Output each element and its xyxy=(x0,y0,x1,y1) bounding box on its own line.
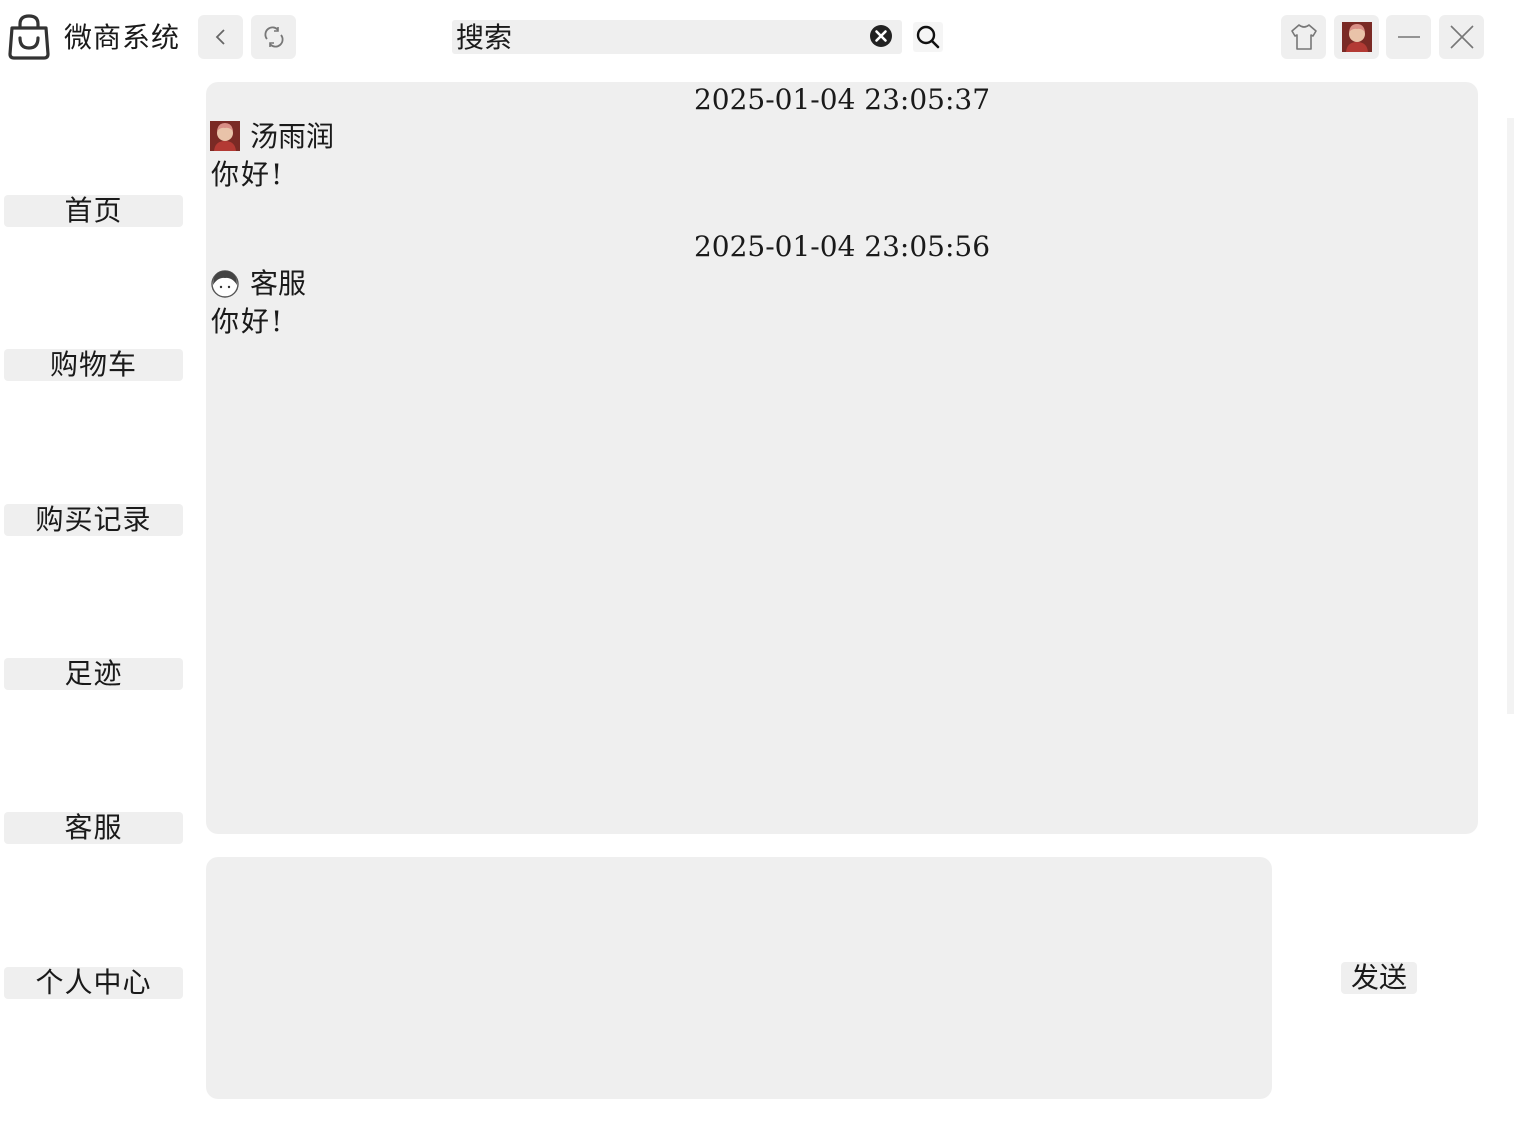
skin-button[interactable] xyxy=(1281,15,1326,59)
minimize-icon xyxy=(1397,36,1420,38)
search-input[interactable] xyxy=(452,20,902,54)
search-placeholder: 搜索 xyxy=(456,21,513,54)
profile-avatar-button[interactable] xyxy=(1334,15,1379,59)
clear-search-button[interactable] xyxy=(869,24,893,48)
nav-home[interactable]: 首页 xyxy=(4,195,183,227)
nav-footprint[interactable]: 足迹 xyxy=(4,658,183,690)
message-text: 你好! xyxy=(211,158,285,191)
message-timestamp: 2025-01-04 23:05:37 xyxy=(693,83,991,116)
nav-personal-center[interactable]: 个人中心 xyxy=(4,967,183,999)
message-sender: 汤雨润 xyxy=(250,120,335,153)
refresh-icon xyxy=(264,26,283,48)
bag-logo-icon xyxy=(6,14,52,60)
close-button[interactable] xyxy=(1439,15,1484,59)
app-title: 微商系统 xyxy=(64,21,181,54)
send-button[interactable]: 发送 xyxy=(1341,962,1417,994)
close-icon xyxy=(1449,25,1474,49)
back-button[interactable] xyxy=(198,15,243,59)
clear-icon xyxy=(870,25,892,47)
service-avatar-icon xyxy=(210,268,240,298)
search-button[interactable] xyxy=(913,22,943,52)
message-compose-input[interactable] xyxy=(206,857,1272,1099)
back-icon xyxy=(215,29,225,45)
chat-history-panel[interactable] xyxy=(206,82,1478,834)
nav-cart[interactable]: 购物车 xyxy=(4,349,183,381)
message-sender: 客服 xyxy=(250,267,307,300)
scrollbar-track[interactable] xyxy=(1507,118,1514,714)
search-icon xyxy=(916,25,940,49)
user-avatar xyxy=(1341,22,1372,52)
shirt-skin-icon xyxy=(1290,24,1317,50)
nav-customer-service[interactable]: 客服 xyxy=(4,812,183,844)
nav-purchase-history[interactable]: 购买记录 xyxy=(4,504,183,536)
message-text: 你好! xyxy=(211,305,285,338)
minimize-button[interactable] xyxy=(1386,15,1431,59)
user-avatar xyxy=(210,121,240,151)
refresh-button[interactable] xyxy=(251,15,296,59)
message-timestamp: 2025-01-04 23:05:56 xyxy=(693,230,991,263)
